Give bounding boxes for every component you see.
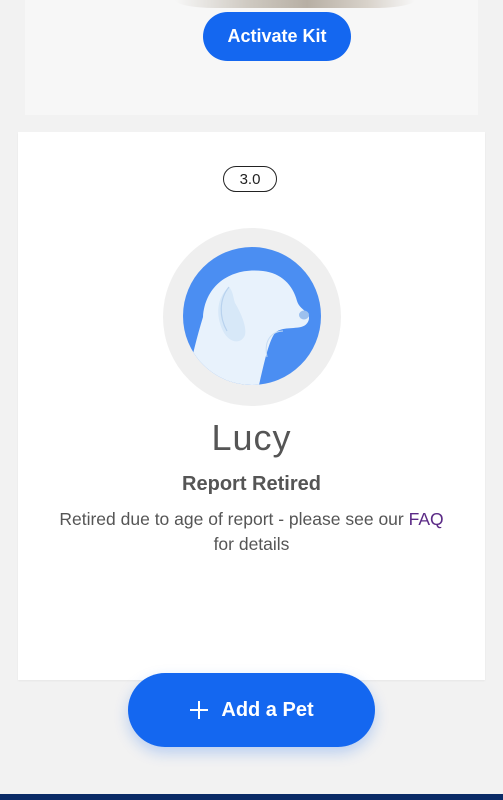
pet-name: Lucy bbox=[211, 417, 292, 458]
status-text-before: Retired due to age of report - please se… bbox=[59, 509, 409, 529]
plus-icon bbox=[189, 700, 209, 720]
faq-link[interactable]: FAQ bbox=[409, 509, 444, 529]
report-status-title: Report Retired bbox=[182, 473, 321, 495]
report-status-description: Retired due to age of report - please se… bbox=[58, 507, 445, 557]
activate-kit-card: Activate Kit bbox=[25, 0, 478, 115]
add-pet-button[interactable]: Add a Pet bbox=[128, 673, 375, 747]
activate-kit-button[interactable]: Activate Kit bbox=[203, 12, 351, 61]
kit-photo bbox=[175, 0, 415, 8]
pet-report-card[interactable]: 3.0 Lucy Report Retired Retired due to a… bbox=[18, 132, 485, 680]
version-badge: 3.0 bbox=[223, 166, 277, 192]
bottom-nav-bar bbox=[0, 794, 503, 800]
pet-avatar bbox=[163, 228, 341, 406]
add-pet-label: Add a Pet bbox=[221, 698, 314, 721]
dog-avatar-icon bbox=[183, 247, 321, 385]
status-text-after: for details bbox=[213, 534, 290, 554]
